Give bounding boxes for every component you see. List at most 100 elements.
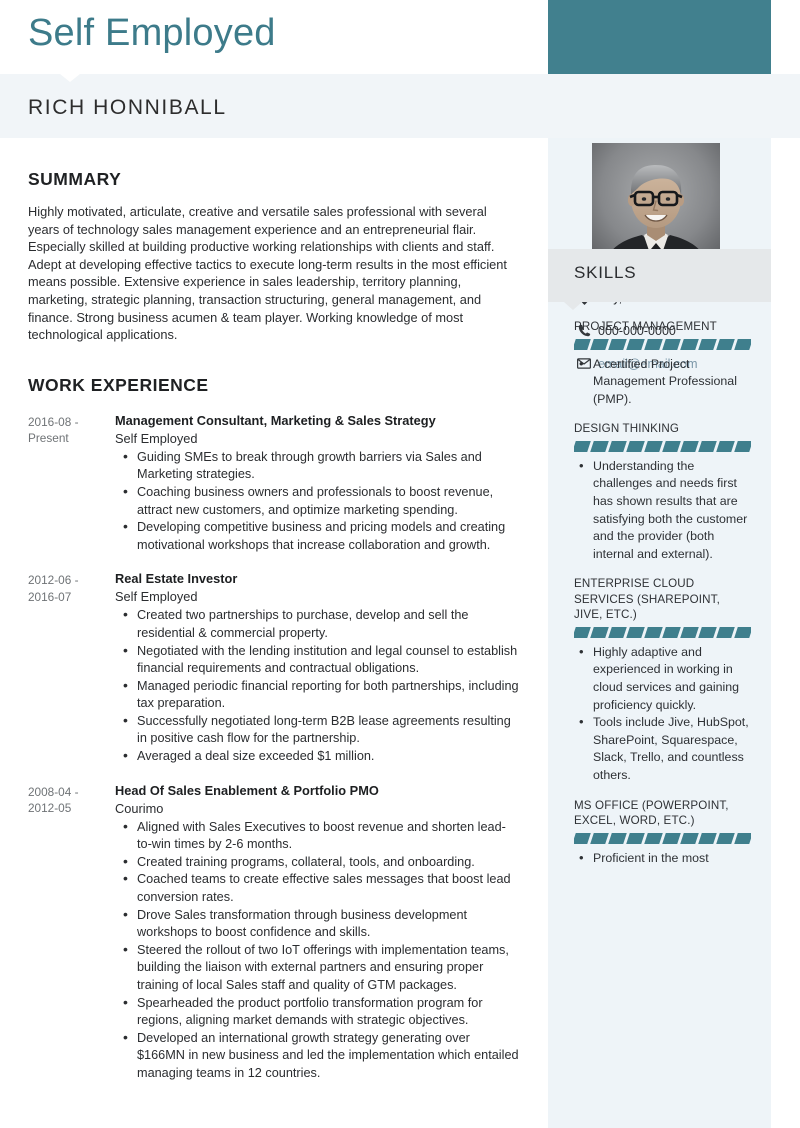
skill-item: MS OFFICE (POWERPOINT, EXCEL, WORD, ETC.… — [574, 798, 751, 868]
skill-bar-segment — [590, 338, 610, 350]
skill-bar-segment — [608, 338, 628, 350]
list-item: Averaged a deal size exceeded $1 million… — [115, 747, 520, 766]
skill-bar-segment — [679, 338, 699, 350]
list-item: Understanding the challenges and needs f… — [574, 457, 749, 564]
job-bullet-list: Aligned with Sales Executives to boost r… — [115, 818, 520, 1083]
summary-heading: SUMMARY — [28, 169, 122, 189]
job-company: Courimo — [115, 800, 164, 816]
skill-bullet-list: Understanding the challenges and needs f… — [574, 457, 749, 564]
skill-item: DESIGN THINKING Understanding the challen… — [574, 421, 751, 564]
skill-bar-segment — [733, 832, 751, 844]
skill-bar-segment — [608, 626, 628, 638]
work-experience-entry: 2012-06 - 2016-07 Real Estate Investor Sel… — [28, 570, 520, 765]
skill-bar-segment — [590, 832, 610, 844]
skill-name: ENTERPRISE CLOUD SERVICES (SHAREPOINT, J… — [574, 577, 720, 622]
skill-bar-segment — [697, 338, 717, 350]
work-experience-list: 2016-08 - Present Management Consultant, … — [28, 412, 520, 1083]
skill-bar-segment — [626, 440, 646, 452]
job-dates: 2012-06 - 2016-07 — [28, 573, 79, 604]
name-bar: RICH HONNIBALL — [0, 74, 800, 138]
skill-bar-segment — [661, 440, 682, 452]
list-item: Highly adaptive and experienced in worki… — [574, 643, 749, 714]
list-item: Coaching business owners and professiona… — [115, 483, 520, 519]
job-company: Self Employed — [115, 589, 198, 605]
list-item: Coached teams to create effective sales … — [115, 870, 520, 906]
skill-bar-segment — [679, 626, 699, 638]
list-item: Steered the rollout of two IoT offerings… — [115, 941, 520, 995]
work-experience-heading: WORK EXPERIENCE — [28, 374, 209, 395]
skill-bar-segment — [715, 626, 735, 638]
skill-bar-segment — [644, 338, 664, 350]
summary-text: Highly motivated, articulate, creative a… — [28, 204, 507, 343]
list-item: Proficient in the most — [574, 849, 749, 868]
skill-item: PROJECT MANAGEMENT A certified Project M… — [574, 319, 751, 409]
list-item: Developed an international growth strate… — [115, 1029, 520, 1083]
skill-bar-segment — [679, 832, 699, 844]
skill-bar-segment — [644, 440, 664, 452]
skill-bar-segment — [661, 832, 682, 844]
job-body: Management Consultant, Marketing & Sales… — [106, 412, 520, 555]
skill-bar-segment — [661, 338, 682, 350]
work-experience-entry: 2008-04 - 2012-05 Head Of Sales Enablemen… — [28, 782, 520, 1083]
skill-bullet-list: A certified Project Management Professio… — [574, 355, 749, 409]
skill-bar-segment — [590, 440, 610, 452]
job-company: Self Employed — [115, 430, 198, 446]
skill-bar-segment — [733, 626, 751, 638]
skill-item: ENTERPRISE CLOUD SERVICES (SHAREPOINT, J… — [574, 576, 751, 785]
document-header: Self Employed — [0, 0, 800, 74]
skill-name: MS OFFICE (POWERPOINT, EXCEL, WORD, ETC.… — [574, 798, 729, 828]
skill-bar-segment — [574, 338, 592, 350]
skill-level-bar — [574, 338, 751, 350]
job-body: Real Estate Investor Self EmployedCreated… — [106, 570, 520, 765]
job-dates: 2016-08 - Present — [28, 414, 79, 446]
skill-bar-segment — [697, 626, 717, 638]
person-name: RICH HONNIBALL — [28, 96, 227, 119]
header-accent-block — [548, 0, 771, 74]
skill-bar-segment — [697, 440, 717, 452]
skill-bar-segment — [697, 832, 717, 844]
job-title: Management Consultant, Marketing & Sales… — [115, 412, 436, 428]
skill-bar-segment — [626, 832, 646, 844]
work-experience-entry: 2016-08 - Present Management Consultant, … — [28, 412, 520, 555]
skill-bar-segment — [608, 440, 628, 452]
skill-bullet-list: Proficient in the most — [574, 849, 749, 868]
skill-level-bar — [574, 440, 751, 452]
skills-list: PROJECT MANAGEMENT A certified Project M… — [548, 302, 771, 880]
skill-bar-segment — [574, 440, 592, 452]
skill-bar-segment — [733, 338, 751, 350]
list-item: Successfully negotiated long-term B2B le… — [115, 712, 520, 748]
skill-bar-segment — [608, 832, 628, 844]
skill-name: DESIGN THINKING — [574, 422, 680, 436]
skill-bar-segment — [733, 440, 751, 452]
list-item: Created training programs, collateral, t… — [115, 853, 520, 872]
job-body: Head Of Sales Enablement & Portfolio PMO… — [106, 782, 520, 1083]
list-item: Guiding SMEs to break through growth bar… — [115, 448, 520, 484]
skill-bullet-list: Highly adaptive and experienced in worki… — [574, 643, 749, 785]
skill-name: PROJECT MANAGEMENT — [574, 320, 717, 333]
list-item: Drove Sales transformation through busin… — [115, 906, 520, 942]
skill-bar-segment — [574, 832, 592, 844]
resume-page: Self Employed RICH HONNIBALL 000-000-000… — [0, 0, 800, 1128]
skill-bar-segment — [715, 338, 735, 350]
list-item: Negotiated with the lending institution … — [115, 641, 520, 678]
job-bullet-list: Created two partnerships to purchase, de… — [115, 606, 520, 766]
skill-bar-segment — [715, 832, 735, 844]
page-title: Self Employed — [28, 12, 276, 54]
main-column: SUMMARY Highly motivated, articulate, cr… — [0, 138, 548, 1083]
skill-bar-segment — [574, 626, 592, 638]
job-dates: 2008-04 - 2012-05 — [28, 784, 79, 816]
skill-bar-segment — [715, 440, 735, 452]
list-item: Tools include Jive, HubSpot, SharePoint,… — [574, 713, 749, 784]
skills-section-header: SKILLS — [548, 249, 771, 310]
skill-bar-segment — [661, 626, 682, 638]
list-item: Created two partnerships to purchase, de… — [115, 606, 520, 642]
skill-level-bar — [574, 832, 751, 844]
skills-heading: SKILLS — [574, 263, 637, 282]
skill-bar-segment — [644, 626, 664, 638]
list-item: Managed periodic financial reporting for… — [115, 677, 520, 713]
list-item: Spearheaded the product portfolio transf… — [115, 994, 520, 1030]
name-bar-notch-icon — [60, 74, 80, 82]
skill-bar-segment — [644, 832, 664, 844]
skill-bar-segment — [626, 626, 646, 638]
list-item: Developing competitive business and pric… — [115, 518, 520, 554]
